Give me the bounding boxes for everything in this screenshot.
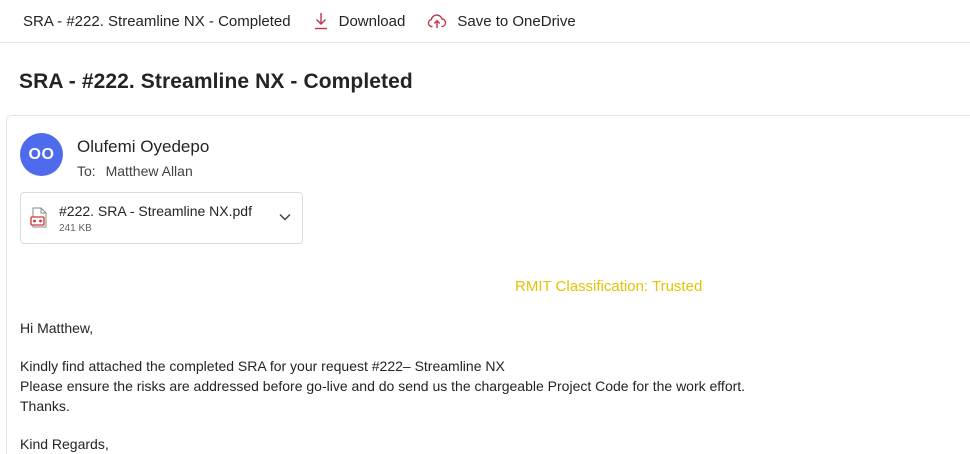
recipient-line: To: Matthew Allan	[77, 163, 193, 179]
pdf-file-icon	[30, 207, 47, 228]
avatar[interactable]: OO	[20, 133, 63, 176]
chevron-down-icon[interactable]	[278, 212, 292, 222]
cloud-upload-icon	[428, 14, 447, 28]
body-line-1: Kindly find attached the completed SRA f…	[20, 358, 505, 374]
attachment-file-size: 241 KB	[59, 223, 92, 234]
download-icon	[314, 13, 327, 30]
classification-label: RMIT Classification: Trusted	[515, 278, 703, 295]
download-label: Download	[338, 12, 406, 30]
top-toolbar: SRA - #222. Streamline NX - Completed Do…	[0, 0, 970, 43]
sender-name[interactable]: Olufemi Oyedepo	[77, 137, 209, 157]
body-line-2: Please ensure the risks are addressed be…	[20, 378, 746, 394]
message-subject: SRA - #222. Streamline NX - Completed	[19, 70, 413, 93]
attachment-file-name: #222. SRA - Streamline NX.pdf	[59, 203, 252, 219]
toolbar-title: SRA - #222. Streamline NX - Completed	[23, 12, 291, 30]
save-to-onedrive-button[interactable]: Save to OneDrive	[427, 12, 576, 30]
save-to-onedrive-label: Save to OneDrive	[457, 12, 576, 30]
to-label: To:	[77, 163, 96, 179]
attachment-card[interactable]: #222. SRA - Streamline NX.pdf 241 KB	[20, 192, 303, 244]
download-button[interactable]: Download	[313, 12, 406, 30]
body-line-3: Thanks.	[20, 398, 70, 414]
greeting-line: Hi Matthew,	[20, 320, 94, 336]
recipient-name[interactable]: Matthew Allan	[106, 163, 193, 179]
closing-line: Kind Regards,	[20, 436, 109, 452]
